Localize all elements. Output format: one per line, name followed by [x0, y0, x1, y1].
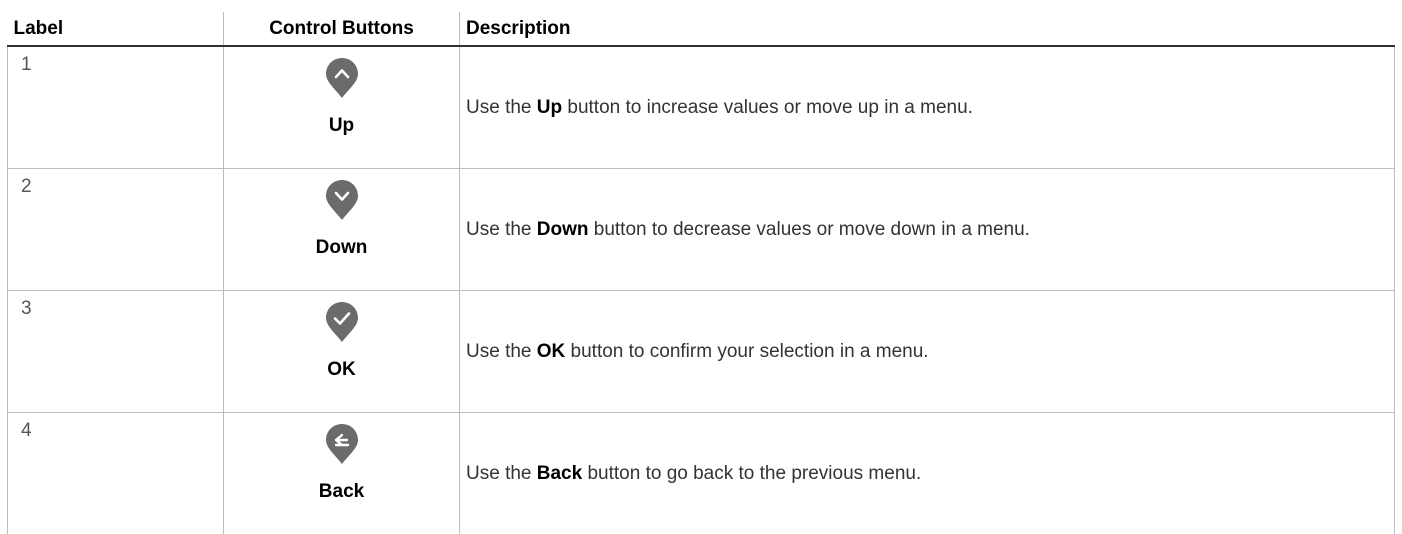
control-name: Back	[319, 481, 364, 503]
header-control-buttons: Control Buttons	[224, 12, 460, 46]
control-buttons-table: Label Control Buttons Description 1 Up	[7, 12, 1395, 534]
header-label: Label	[8, 12, 224, 46]
control-name: Down	[316, 237, 368, 259]
control-name: OK	[327, 359, 356, 381]
row-label: 1	[8, 46, 224, 169]
up-icon	[325, 57, 359, 99]
control-cell: Back	[224, 413, 460, 534]
table-body: 1 Up Use the Up button to increase value…	[8, 46, 1395, 534]
header-description: Description	[460, 12, 1395, 46]
row-description: Use the Up button to increase values or …	[460, 46, 1395, 169]
row-label: 2	[8, 169, 224, 291]
table-row: 4 Back Use the Back button to go back to…	[8, 413, 1395, 534]
desc-bold: Up	[537, 97, 562, 118]
control-cell: Down	[224, 169, 460, 291]
row-description: Use the OK button to confirm your select…	[460, 291, 1395, 413]
desc-prefix: Use the	[466, 463, 537, 484]
control-cell: Up	[224, 46, 460, 169]
desc-bold: OK	[537, 341, 566, 362]
control-cell: OK	[224, 291, 460, 413]
control-button-down: Down	[224, 169, 459, 259]
desc-prefix: Use the	[466, 219, 537, 240]
back-icon	[325, 423, 359, 465]
control-button-ok: OK	[224, 291, 459, 381]
desc-suffix: button to decrease values or move down i…	[588, 219, 1029, 240]
control-name: Up	[329, 115, 354, 137]
down-icon	[325, 179, 359, 221]
desc-prefix: Use the	[466, 97, 537, 118]
header-row: Label Control Buttons Description	[8, 12, 1395, 46]
table-header: Label Control Buttons Description	[8, 12, 1395, 46]
row-label: 3	[8, 291, 224, 413]
check-icon	[325, 301, 359, 343]
table-row: 2 Down Use the Down button to decrease v…	[8, 169, 1395, 291]
row-description: Use the Back button to go back to the pr…	[460, 413, 1395, 534]
desc-prefix: Use the	[466, 341, 537, 362]
table-row: 3 OK Use the OK button to confirm your s…	[8, 291, 1395, 413]
desc-suffix: button to confirm your selection in a me…	[565, 341, 928, 362]
table-row: 1 Up Use the Up button to increase value…	[8, 46, 1395, 169]
control-buttons-table-wrapper: Label Control Buttons Description 1 Up	[7, 12, 1394, 534]
control-button-up: Up	[224, 47, 459, 137]
desc-bold: Down	[537, 219, 589, 240]
row-description: Use the Down button to decrease values o…	[460, 169, 1395, 291]
row-label: 4	[8, 413, 224, 534]
desc-bold: Back	[537, 463, 582, 484]
control-button-back: Back	[224, 413, 459, 503]
desc-suffix: button to go back to the previous menu.	[582, 463, 921, 484]
desc-suffix: button to increase values or move up in …	[562, 97, 973, 118]
